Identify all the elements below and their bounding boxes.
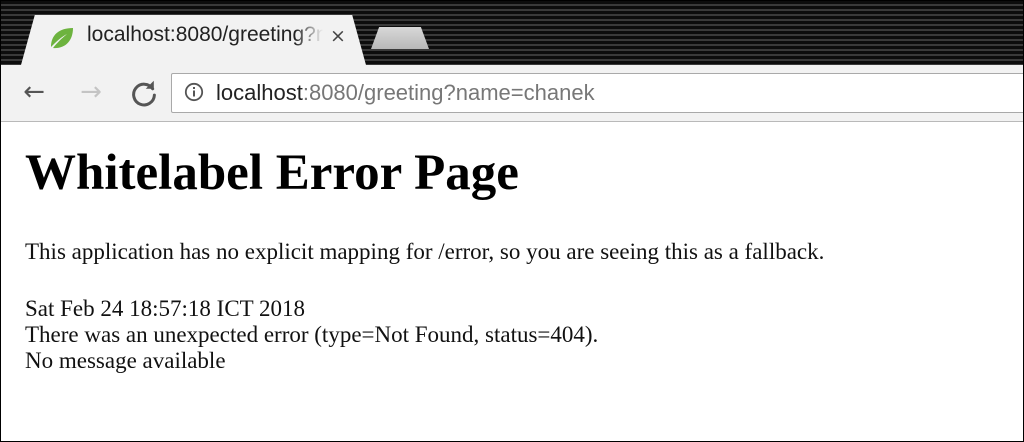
toolbar: ← → localhost:8080/greeting?name=chanek <box>1 65 1023 122</box>
back-button[interactable]: ← <box>19 77 49 107</box>
spring-leaf-icon <box>51 28 73 49</box>
browser-window: localhost:8080/greeting?name=chanek × ← … <box>0 0 1024 442</box>
url-path: :8080/greeting?name=chanek <box>302 80 595 105</box>
address-url[interactable]: localhost:8080/greeting?name=chanek <box>216 80 595 106</box>
address-bar[interactable]: localhost:8080/greeting?name=chanek <box>171 73 1023 113</box>
page-content: Whitelabel Error Page This application h… <box>1 122 1023 441</box>
error-type-status: There was an unexpected error (type=Not … <box>25 322 599 347</box>
page-title: Whitelabel Error Page <box>25 145 519 201</box>
tab-close-icon[interactable]: × <box>327 23 349 49</box>
new-tab-button[interactable] <box>371 27 429 49</box>
reload-icon[interactable] <box>129 79 159 109</box>
tab-strip: localhost:8080/greeting?name=chanek × <box>1 1 1023 65</box>
url-host: localhost <box>216 80 303 105</box>
info-icon[interactable] <box>184 82 204 102</box>
error-timestamp: Sat Feb 24 18:57:18 ICT 2018 <box>25 296 306 321</box>
forward-button[interactable]: → <box>76 77 106 107</box>
error-detail: No message available <box>25 348 226 373</box>
error-explanation: This application has no explicit mapping… <box>25 239 825 264</box>
tab-title: localhost:8080/greeting?name=chanek <box>87 23 323 46</box>
